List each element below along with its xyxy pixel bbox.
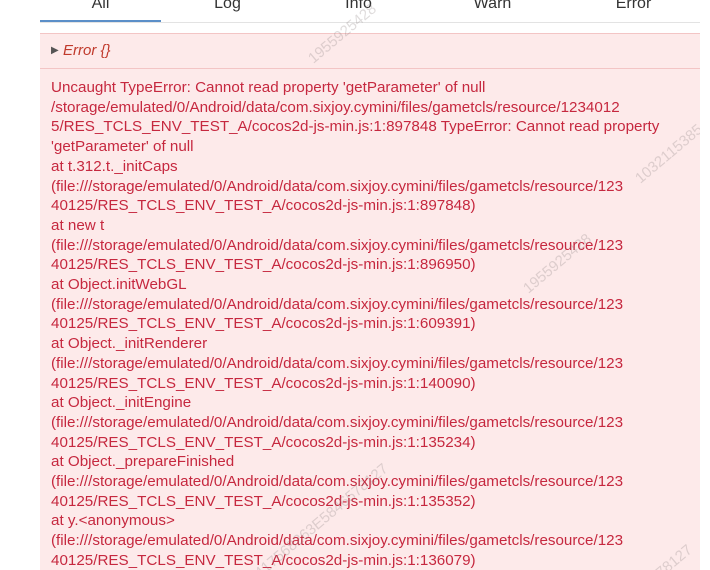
error-line: Uncaught TypeError: Cannot read property… [51,79,486,96]
stack-frame-path: (file:///storage/emulated/0/Android/data… [51,236,624,254]
error-line: 'getParameter' of null [51,138,194,156]
stack-frame-label: at t.312.t._initCaps [51,157,178,175]
tab-info[interactable]: Info [298,0,419,15]
entry-title: Error {} [63,42,111,59]
stack-frame-label: at Object._initRenderer [51,335,208,353]
error-stack-trace: Uncaught TypeError: Cannot read property… [51,78,691,570]
tab-warn[interactable]: Warn [432,0,553,15]
stack-frame-path: 40125/RES_TCLS_ENV_TEST_A/cocos2d-js-min… [51,551,476,569]
stack-frame-path: 40125/RES_TCLS_ENV_TEST_A/cocos2d-js-min… [51,256,476,274]
error-line: 5/RES_TCLS_ENV_TEST_A/cocos2d-js-min.js:… [51,118,660,136]
stack-frame-path: 40125/RES_TCLS_ENV_TEST_A/cocos2d-js-min… [51,315,476,333]
console-panel: All Log Info Warn Error ▶ Error {} Uncau… [40,0,700,570]
stack-frame-path: 40125/RES_TCLS_ENV_TEST_A/cocos2d-js-min… [51,492,476,510]
stack-frame-path: (file:///storage/emulated/0/Android/data… [51,473,624,491]
stack-frame-label: at Object._prepareFinished [51,453,235,471]
tab-log[interactable]: Log [167,0,288,15]
error-line: /storage/emulated/0/Android/data/com.six… [51,98,620,116]
entry-header[interactable]: ▶ Error {} [40,34,700,69]
stack-frame-path: (file:///storage/emulated/0/Android/data… [51,295,624,313]
stack-frame-path: (file:///storage/emulated/0/Android/data… [51,354,624,372]
active-tab-indicator [40,20,161,22]
stack-frame-path: 40125/RES_TCLS_ENV_TEST_A/cocos2d-js-min… [51,433,476,451]
stack-frame-label: at new t [51,216,105,234]
stack-frame-path: (file:///storage/emulated/0/Android/data… [51,532,624,550]
stack-frame-path: 40125/RES_TCLS_ENV_TEST_A/cocos2d-js-min… [51,374,476,392]
triangle-right-icon[interactable]: ▶ [51,44,59,58]
stack-frame-path: (file:///storage/emulated/0/Android/data… [51,413,624,431]
stack-frame-label: at y.<anonymous> [51,512,175,530]
tab-all[interactable]: All [40,0,161,15]
stack-frame-label: at Object._initEngine [51,394,192,412]
error-log-entry: ▶ Error {} Uncaught TypeError: Cannot re… [40,0,700,570]
tab-error[interactable]: Error [573,0,694,15]
stack-frame-path: 40125/RES_TCLS_ENV_TEST_A/cocos2d-js-min… [51,197,476,215]
log-filter-tabbar: All Log Info Warn Error [40,0,700,23]
stack-frame-label: at Object.initWebGL [51,276,187,294]
stack-frame-path: (file:///storage/emulated/0/Android/data… [51,177,624,195]
